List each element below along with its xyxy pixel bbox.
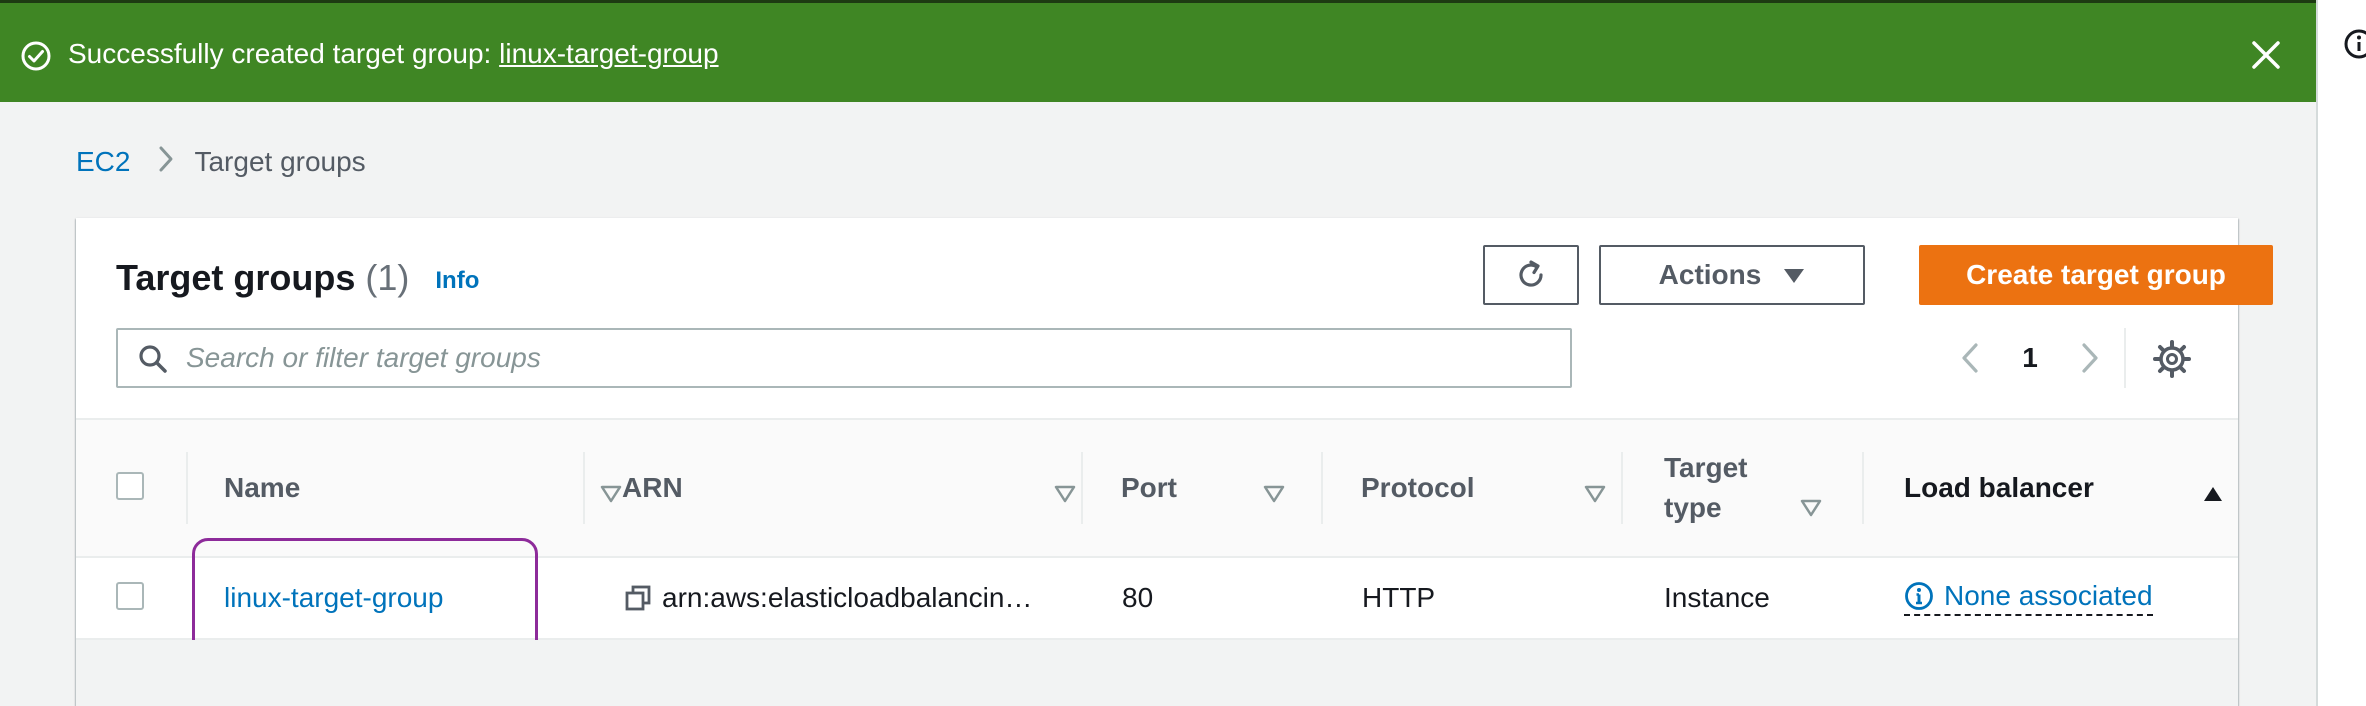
- gear-icon: [2153, 340, 2191, 378]
- pagination-divider: [2124, 328, 2126, 388]
- actions-dropdown-button[interactable]: Actions: [1599, 245, 1865, 305]
- sort-caret-icon: [1800, 488, 1822, 528]
- actions-label: Actions: [1658, 259, 1762, 290]
- chevron-right-icon: [158, 145, 174, 180]
- cell-protocol: HTTP: [1362, 558, 1435, 638]
- chevron-left-icon: [1962, 343, 1978, 373]
- pagination: 1: [1950, 336, 2110, 380]
- next-page-button[interactable]: [2070, 336, 2110, 380]
- breadcrumb: EC2 Target groups: [76, 144, 366, 180]
- info-icon[interactable]: [2343, 28, 2366, 67]
- column-header-arn[interactable]: ARN: [622, 420, 1076, 556]
- sort-ascending-icon: [2202, 474, 2224, 514]
- table-footer: [76, 640, 2238, 706]
- search-icon: [138, 344, 168, 379]
- sort-caret-icon: [1054, 474, 1076, 514]
- caret-down-icon: [1783, 259, 1805, 291]
- load-balancer-popover-trigger[interactable]: None associated: [1904, 580, 2153, 616]
- chevron-right-icon: [2082, 343, 2098, 373]
- column-label: Port: [1121, 472, 1177, 503]
- protocol-value: HTTP: [1362, 582, 1436, 613]
- column-label: ARN: [622, 472, 683, 503]
- column-header-target-type[interactable]: Target type: [1664, 420, 1834, 556]
- column-label: Load balancer: [1904, 472, 2094, 503]
- column-header-load-balancer[interactable]: Load balancer: [1904, 420, 2234, 556]
- cell-arn: arn:aws:elasticloadbalancin…: [624, 558, 1032, 638]
- sort-caret-icon: [1584, 474, 1606, 514]
- arn-value: arn:aws:elasticloadbalancin…: [662, 582, 1033, 613]
- title-text: Target groups: [116, 257, 356, 298]
- column-divider: [186, 452, 188, 524]
- row-select-checkbox[interactable]: [116, 582, 144, 610]
- refresh-button[interactable]: [1483, 245, 1579, 305]
- column-header-port[interactable]: Port: [1121, 420, 1341, 556]
- refresh-icon: [1519, 260, 1543, 287]
- column-header-name[interactable]: Name: [224, 420, 622, 556]
- info-link[interactable]: Info: [435, 267, 479, 294]
- column-divider: [1321, 452, 1323, 524]
- success-flash-banner: Successfully created target group: linux…: [0, 0, 2316, 102]
- load-balancer-value: None associated: [1944, 580, 2153, 611]
- column-divider: [1081, 452, 1083, 524]
- preferences-button[interactable]: [2152, 339, 2192, 379]
- breadcrumb-current: Target groups: [194, 146, 366, 177]
- table-row[interactable]: linux-target-group arn:aws:elasticloadba…: [76, 538, 2238, 656]
- column-divider: [583, 452, 585, 524]
- flash-target-group-link[interactable]: linux-target-group: [499, 38, 718, 69]
- previous-page-button[interactable]: [1950, 336, 1990, 380]
- dismiss-flash-button[interactable]: [2248, 37, 2284, 73]
- column-divider: [1862, 452, 1864, 524]
- check-circle-icon: [20, 40, 52, 77]
- cell-name: linux-target-group: [224, 558, 443, 638]
- target-type-value: Instance: [1664, 582, 1770, 613]
- cell-target-type: Instance: [1664, 558, 1770, 638]
- target-group-name-link[interactable]: linux-target-group: [224, 582, 443, 614]
- column-divider: [1621, 452, 1623, 524]
- main-content: Successfully created target group: linux…: [0, 0, 2316, 706]
- create-target-group-button[interactable]: Create target group: [1919, 245, 2273, 305]
- cell-load-balancer: None associated: [1904, 558, 2153, 638]
- close-icon: [2252, 41, 2280, 69]
- sort-caret-icon: [600, 474, 622, 514]
- select-all-checkbox[interactable]: [116, 472, 144, 500]
- flash-message-text: Successfully created target group:: [68, 38, 500, 69]
- column-label: Target type: [1664, 452, 1748, 523]
- page-title: Target groups (1) Info: [116, 255, 479, 304]
- sort-caret-icon: [1263, 474, 1285, 514]
- column-header-protocol[interactable]: Protocol: [1361, 420, 1641, 556]
- breadcrumb-ec2-link[interactable]: EC2: [76, 146, 130, 178]
- help-panel-rail: [2316, 0, 2366, 706]
- column-label: Protocol: [1361, 472, 1475, 503]
- copy-icon[interactable]: [624, 584, 652, 612]
- port-value: 80: [1122, 582, 1154, 613]
- column-label: Name: [224, 472, 301, 503]
- page-number[interactable]: 1: [1990, 342, 2070, 374]
- target-groups-table-container: Target groups (1) Info Actions Create ta…: [76, 218, 2273, 706]
- cell-port: 80: [1122, 558, 1153, 638]
- info-icon: [1905, 582, 1933, 610]
- table-header: Name ARN Port Protocol Target type Load …: [76, 418, 2238, 558]
- item-count: (1): [365, 257, 410, 298]
- flash-message: Successfully created target group: linux…: [68, 34, 719, 74]
- search-filter: [116, 328, 1572, 388]
- search-input[interactable]: [186, 338, 1556, 378]
